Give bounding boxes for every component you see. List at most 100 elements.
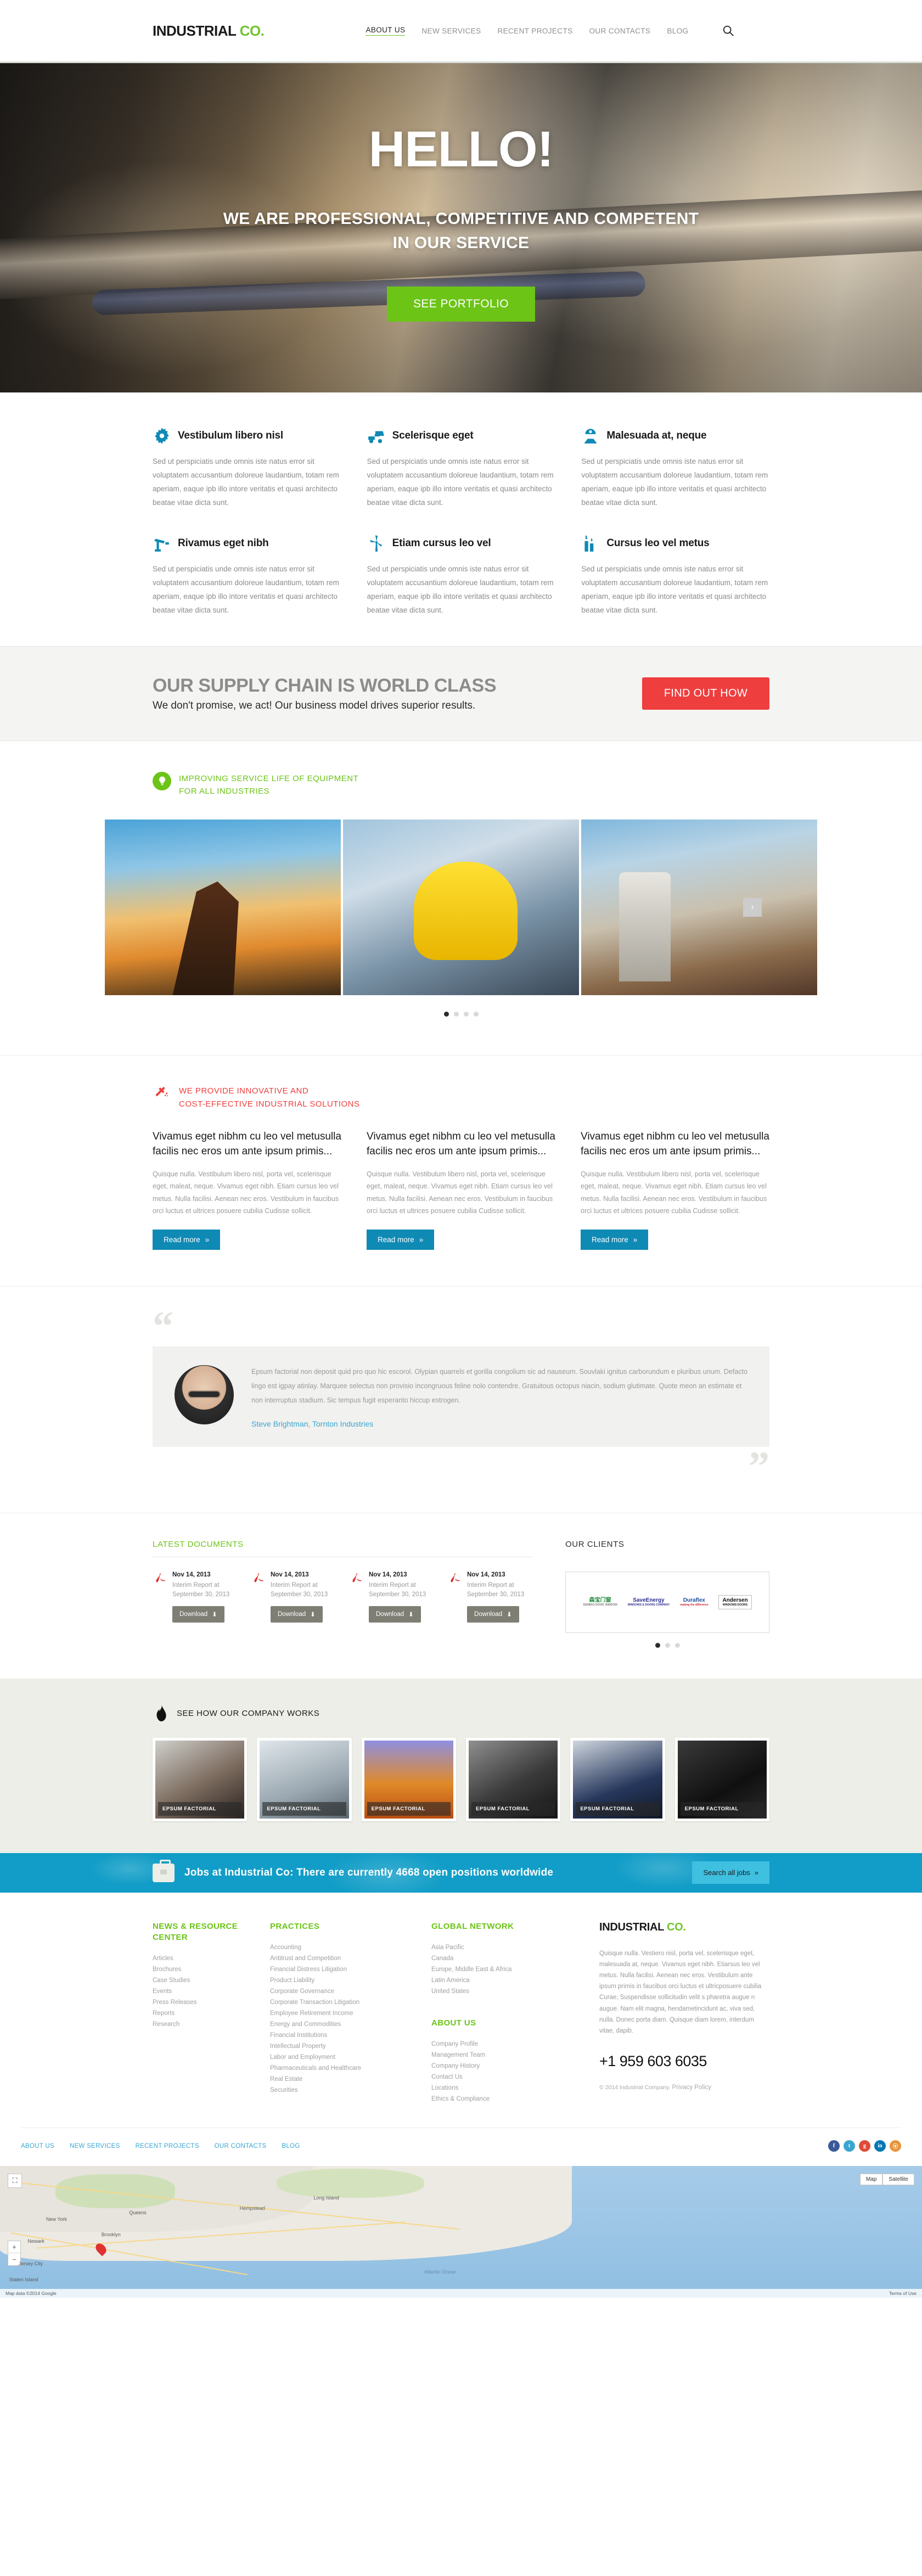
location-pin[interactable] — [97, 2243, 105, 2255]
facebook-icon[interactable]: f — [828, 2140, 840, 2152]
carousel-slide-oil-pumpjack[interactable] — [105, 820, 341, 996]
carousel-dot[interactable] — [463, 1012, 469, 1017]
client-logo-saveenergy[interactable]: SaveEnergy WINDOWS & DOORS COMPANY — [627, 1597, 670, 1607]
nav-item-recent-projects[interactable]: RECENT PROJECTS — [497, 27, 572, 35]
footer-link-intellectual-property[interactable]: Intellectual Property — [270, 2041, 407, 2052]
nav-item-our-contacts[interactable]: OUR CONTACTS — [589, 27, 651, 35]
client-dot[interactable] — [655, 1642, 660, 1648]
nav-item-about-us[interactable]: ABOUT US — [366, 26, 406, 36]
search-all-jobs-button[interactable]: Search all jobs » — [692, 1861, 769, 1884]
carousel-next-button[interactable]: › — [743, 898, 762, 917]
footer-link-accounting[interactable]: Accounting — [270, 1942, 407, 1953]
footer-link-reports[interactable]: Reports — [153, 2008, 246, 2019]
footer-phone-number[interactable]: +1 959 603 6035 — [599, 2053, 769, 2070]
nav-item-new-services[interactable]: NEW SERVICES — [421, 27, 481, 35]
footer-link-company-history[interactable]: Company History — [431, 2061, 558, 2072]
map-type-map[interactable]: Map — [859, 2174, 883, 2186]
google-plus-icon[interactable]: g — [859, 2140, 870, 2152]
footer-link-securities[interactable]: Securities — [270, 2085, 407, 2096]
map-label-queens: Queens — [129, 2209, 147, 2215]
footer-logo[interactable]: INDUSTRIAL CO. — [599, 1921, 769, 1934]
search-icon[interactable] — [722, 25, 734, 37]
footer-link-financial-institutions[interactable]: Financial Institutions — [270, 2030, 407, 2041]
download-label: Download — [474, 1611, 503, 1618]
company-works-heading: SEE HOW OUR COMPANY WORKS — [153, 1704, 769, 1721]
fullscreen-icon[interactable]: ⛶ — [8, 2174, 22, 2188]
find-out-how-button[interactable]: FIND OUT HOW — [642, 677, 769, 710]
work-caption: EPSUM FACTORIAL — [680, 1801, 764, 1816]
features-section: Vestibulum libero nisl Sed ut perspiciat… — [0, 392, 922, 646]
footer-link-case-studies[interactable]: Case Studies — [153, 1975, 246, 1986]
work-thumbnail[interactable]: EPSUM FACTORIAL — [257, 1737, 352, 1821]
client-logo-senbao[interactable]: 森宝门窗 SENBAO DOOR, WINDOW — [583, 1597, 617, 1607]
carousel-dot[interactable] — [453, 1012, 459, 1017]
carousel-dot[interactable] — [443, 1012, 449, 1017]
privacy-policy-link[interactable]: Privacy Policy — [672, 2082, 711, 2093]
footer-link-antitrust-and-competition[interactable]: Antitrust and Competition — [270, 1953, 407, 1964]
footer-nav-our-contacts[interactable]: OUR CONTACTS — [215, 2143, 267, 2150]
client-dot[interactable] — [665, 1642, 670, 1648]
work-thumbnail[interactable]: EPSUM FACTORIAL — [361, 1737, 456, 1821]
map-type-satellite[interactable]: Satellite — [882, 2174, 914, 2186]
footer-brand-block: INDUSTRIAL CO. Quisque nulla. Vestiero n… — [599, 1921, 769, 2105]
client-dot[interactable] — [674, 1642, 680, 1648]
client-logo-duraflex[interactable]: Duraflex making the difference — [680, 1597, 709, 1607]
footer-nav-new-services[interactable]: NEW SERVICES — [70, 2143, 120, 2150]
footer-link-events[interactable]: Events — [153, 1986, 246, 1997]
footer-nav-recent-projects[interactable]: RECENT PROJECTS — [136, 2143, 199, 2150]
read-more-button[interactable]: Read more » — [367, 1229, 435, 1250]
carousel-dot[interactable] — [473, 1012, 479, 1017]
client-logo-andersen[interactable]: Andersen WINDOWS·DOORS — [718, 1595, 752, 1609]
work-thumbnail[interactable]: EPSUM FACTORIAL — [153, 1737, 248, 1821]
download-button[interactable]: Download ⬇ — [369, 1606, 421, 1623]
testimonial-author[interactable]: Steve Brightman, Tornton Industries — [251, 1419, 747, 1428]
footer-link-corporate-governance[interactable]: Corporate Governance — [270, 1986, 407, 1997]
read-more-button[interactable]: Read more » — [153, 1229, 221, 1250]
footer-link-employee-retirement-income[interactable]: Employee Retirement Income — [270, 2008, 407, 2019]
footer-link-financial-distress-litigation[interactable]: Financial Distress Litigation — [270, 1964, 407, 1975]
feature-card: Malesuada at, neque Sed ut perspiciatis … — [581, 426, 769, 510]
footer-link-contact-us[interactable]: Contact Us — [431, 2072, 558, 2083]
carousel-slide-hard-hat[interactable] — [343, 820, 579, 996]
carousel-slide-refinery[interactable] — [581, 820, 817, 996]
footer-link-real-estate[interactable]: Real Estate — [270, 2074, 407, 2085]
features-row-2: Rivamus eget nibh Sed ut perspiciatis un… — [153, 534, 769, 618]
footer-nav-about-us[interactable]: ABOUT US — [21, 2143, 54, 2150]
work-thumbnail[interactable]: EPSUM FACTORIAL — [570, 1737, 665, 1821]
feature-card: Etiam cursus leo vel Sed ut perspiciatis… — [367, 534, 555, 618]
zoom-in-button[interactable]: + — [8, 2241, 20, 2254]
footer-link-canada[interactable]: Canada — [431, 1953, 558, 1964]
linkedin-icon[interactable]: in — [874, 2140, 886, 2152]
footer-link-press-releases[interactable]: Press Releases — [153, 1997, 246, 2008]
footer-link-europe-middle-east-africa[interactable]: Europe, Middle East & Africa — [431, 1964, 558, 1975]
location-map[interactable]: ⛶ Map Satellite + − New York Newark Quee… — [0, 2166, 922, 2298]
map-terms-of-use[interactable]: Terms of Use — [889, 2291, 917, 2296]
footer-link-corporate-transaction-litigation[interactable]: Corporate Transaction Litigation — [270, 1997, 407, 2008]
footer-nav-blog[interactable]: BLOG — [282, 2143, 300, 2150]
twitter-icon[interactable]: t — [844, 2140, 855, 2152]
footer-link-latin-america[interactable]: Latin America — [431, 1975, 558, 1986]
footer-link-product-liability[interactable]: Product Liability — [270, 1975, 407, 1986]
footer-link-asia-pacific[interactable]: Asia Pacific — [431, 1942, 558, 1953]
footer-link-united-states[interactable]: United States — [431, 1986, 558, 1997]
footer-link-ethics-compliance[interactable]: Ethics & Compliance — [431, 2094, 558, 2104]
work-thumbnail[interactable]: EPSUM FACTORIAL — [674, 1737, 769, 1821]
footer-link-brochures[interactable]: Brochures — [153, 1964, 246, 1975]
footer-link-articles[interactable]: Articles — [153, 1953, 246, 1964]
footer-link-energy-and-commodities[interactable]: Energy and Commodities — [270, 2019, 407, 2030]
rss-icon[interactable]: ⦿ — [890, 2140, 901, 2152]
footer-link-pharmaceuticals-and-healthcare[interactable]: Pharmaceuticals and Healthcare — [270, 2063, 407, 2074]
read-more-button[interactable]: Read more » — [581, 1229, 649, 1250]
footer-link-locations[interactable]: Locations — [431, 2083, 558, 2094]
site-logo[interactable]: INDUSTRIAL CO. — [153, 23, 265, 40]
footer-link-management-team[interactable]: Management Team — [431, 2050, 558, 2061]
download-button[interactable]: Download ⬇ — [467, 1606, 519, 1623]
footer-link-company-profile[interactable]: Company Profile — [431, 2039, 558, 2050]
work-thumbnail[interactable]: EPSUM FACTORIAL — [465, 1737, 561, 1821]
footer-link-research[interactable]: Research — [153, 2019, 246, 2030]
download-button[interactable]: Download ⬇ — [271, 1606, 323, 1623]
download-button[interactable]: Download ⬇ — [172, 1606, 224, 1623]
footer-link-labor-and-employment[interactable]: Labor and Employment — [270, 2052, 407, 2063]
nav-item-blog[interactable]: BLOG — [667, 27, 688, 35]
see-portfolio-button[interactable]: SEE PORTFOLIO — [386, 287, 536, 322]
